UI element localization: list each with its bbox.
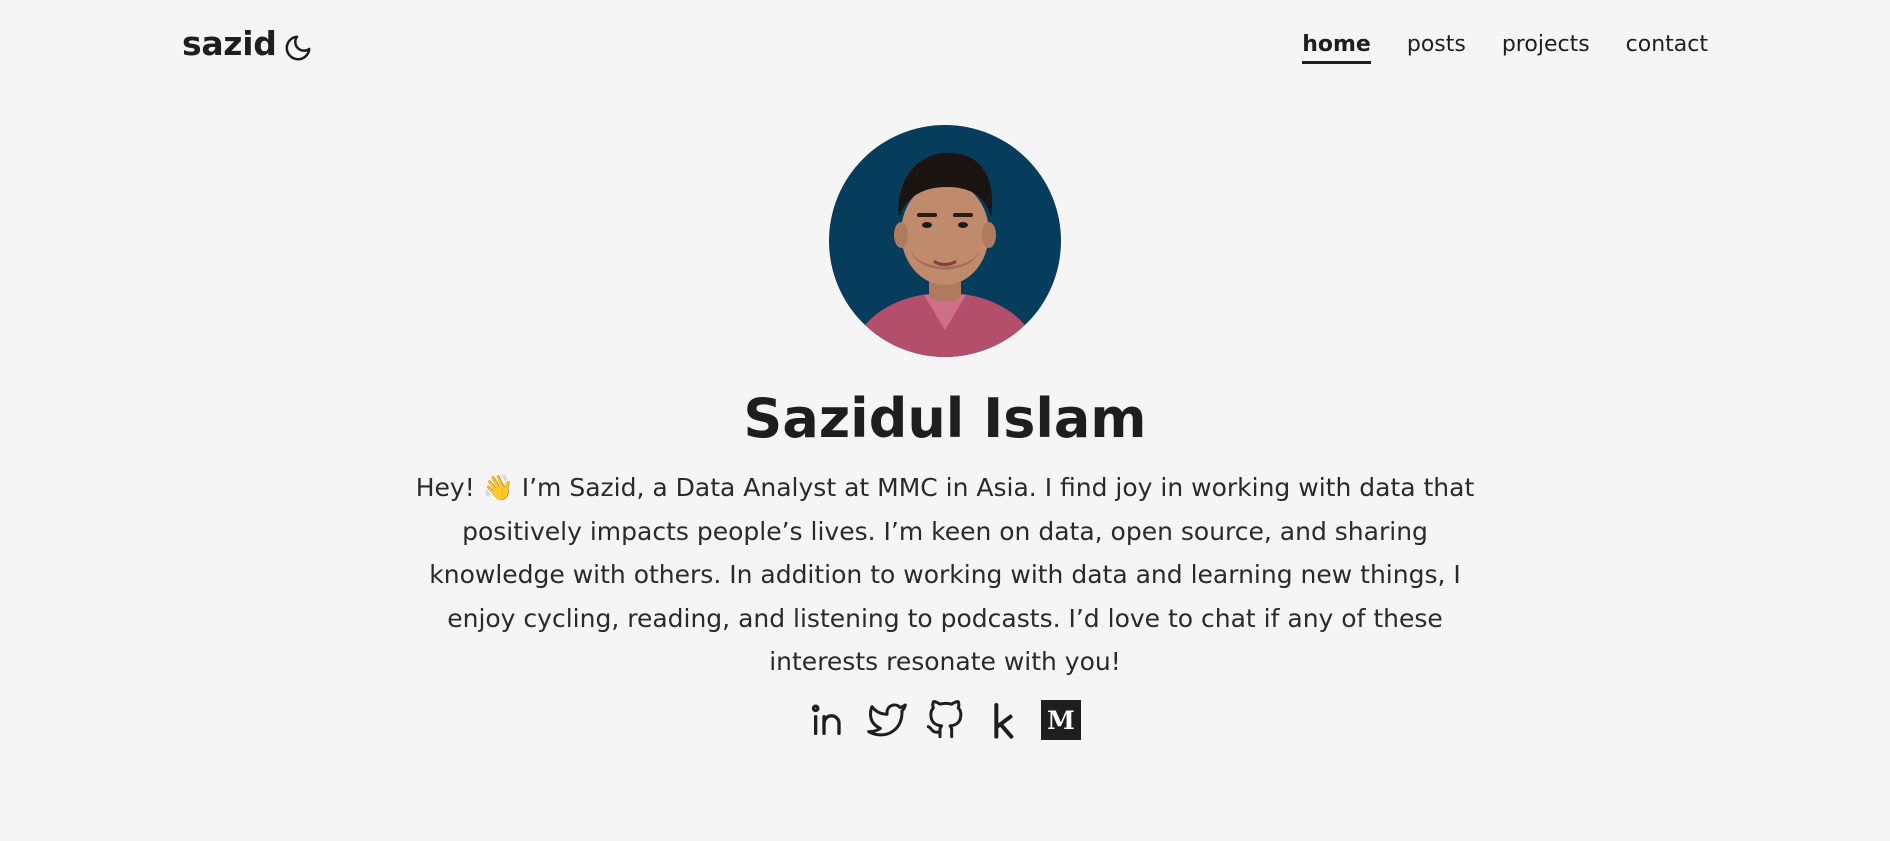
nav-projects[interactable]: projects xyxy=(1502,32,1590,64)
nav-contact[interactable]: contact xyxy=(1626,32,1708,64)
profile-name: Sazidul Islam xyxy=(743,387,1147,450)
moon-icon[interactable] xyxy=(283,33,313,63)
nav-home[interactable]: home xyxy=(1302,32,1371,64)
main-nav: home posts projects contact xyxy=(1302,32,1708,64)
site-header: sazid home posts projects contact xyxy=(0,0,1890,96)
linkedin-icon[interactable] xyxy=(809,700,849,740)
profile-bio: Hey! 👋 I’m Sazid, a Data Analyst at MMC … xyxy=(415,473,1475,677)
avatar xyxy=(829,125,1061,357)
medium-icon[interactable]: M xyxy=(1041,699,1081,740)
twitter-icon[interactable] xyxy=(867,700,907,740)
kaggle-icon[interactable] xyxy=(983,700,1023,740)
nav-posts[interactable]: posts xyxy=(1407,32,1466,64)
site-logo[interactable]: sazid xyxy=(182,24,277,63)
github-icon[interactable] xyxy=(925,700,965,740)
profile-section: Sazidul Islam Hey! 👋 I’m Sazid, a Data A… xyxy=(0,125,1890,740)
svg-text:M: M xyxy=(1047,706,1075,735)
social-links: M xyxy=(0,699,1890,740)
